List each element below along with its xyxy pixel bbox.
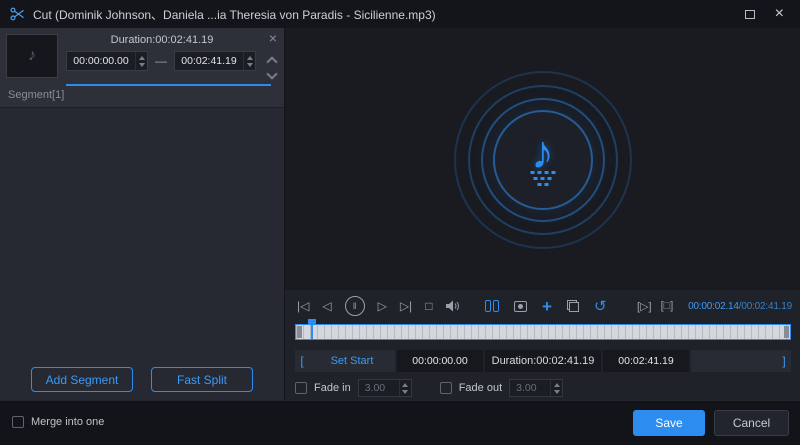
fade-out-input[interactable]: 3.00 xyxy=(509,379,563,397)
segment-thumbnail: ♪ xyxy=(6,34,58,78)
trim-row: [ Set Start 00:00:00.00 Duration:00:02:4… xyxy=(295,350,791,372)
fade-in-checkbox[interactable] xyxy=(295,382,307,394)
total-time: 00:02:41.19 xyxy=(741,301,792,312)
main-area: ♪ |◁ ◁ ‖ ▷ ▷| □ xyxy=(285,28,800,400)
remove-segment-button[interactable]: × xyxy=(269,30,277,46)
duration-display: Duration:00:02:41.19 xyxy=(485,350,601,372)
move-segment-up-icon[interactable] xyxy=(266,56,277,67)
timeline-track[interactable] xyxy=(295,324,791,340)
playhead[interactable] xyxy=(311,319,313,340)
fade-in-label: Fade in xyxy=(314,382,351,394)
cancel-button[interactable]: Cancel xyxy=(714,410,789,436)
footer-bar: Merge into one Save Cancel xyxy=(0,400,800,445)
window-title: Cut (Dominik Johnson、Daniela ...ia There… xyxy=(33,6,436,23)
pause-icon: ‖ xyxy=(353,301,357,311)
preview-disc: ♪ xyxy=(493,110,593,210)
skip-to-start-button[interactable]: |◁ xyxy=(297,299,309,313)
close-button[interactable]: × xyxy=(775,6,784,22)
segment-start-value: 00:00:00.00 xyxy=(67,55,135,67)
music-note-icon: ♪ xyxy=(28,47,36,65)
segment-start-input[interactable]: 00:00:00.00 xyxy=(66,51,148,71)
spin-up-icon[interactable] xyxy=(554,383,560,387)
spin-down-icon[interactable] xyxy=(554,390,560,394)
fade-row: Fade in 3.00 Fade out 3.00 xyxy=(295,379,563,397)
step-back-button[interactable]: ◁ xyxy=(322,299,331,313)
segment-time-row: 00:00:00.00 — 00:02:41.19 xyxy=(66,51,256,71)
bracket-right-icon: ] xyxy=(777,354,791,368)
cut-dialog-window: Cut (Dominik Johnson、Daniela ...ia There… xyxy=(0,0,800,445)
save-button[interactable]: Save xyxy=(633,410,705,436)
copy-segment-icon[interactable] xyxy=(567,300,579,312)
controls-bar: |◁ ◁ ‖ ▷ ▷| □ + ↺ xyxy=(285,290,800,322)
split-segment-icon[interactable] xyxy=(485,300,499,312)
spin-up-icon[interactable] xyxy=(402,383,408,387)
segment-end-spinner[interactable] xyxy=(243,52,255,70)
bracket-left-icon: [ xyxy=(295,354,309,368)
reset-icon[interactable]: ↺ xyxy=(594,297,607,315)
trim-handle-right[interactable] xyxy=(784,326,789,338)
pause-button[interactable]: ‖ xyxy=(345,296,365,316)
add-segment-button[interactable]: Add Segment xyxy=(31,367,133,392)
set-end-button[interactable]: ] xyxy=(691,350,791,372)
merge-into-one-checkbox[interactable] xyxy=(12,416,24,428)
range-separator: — xyxy=(155,54,167,68)
spin-down-icon[interactable] xyxy=(247,63,253,67)
segments-panel: ♪ Duration:00:02:41.19 00:00:00.00 — 00:… xyxy=(0,28,285,400)
segment-end-value: 00:02:41.19 xyxy=(175,55,243,67)
segment-playback: [▷] [□] xyxy=(637,290,673,322)
segment-tools: + ↺ xyxy=(485,290,607,322)
stop-segment-button[interactable]: [□] xyxy=(661,300,674,312)
current-time: 00:00:02.14 xyxy=(688,301,739,312)
maximize-button[interactable] xyxy=(745,10,755,19)
time-display: 00:00:02.14/00:02:41.19 xyxy=(688,290,792,322)
fade-in-input[interactable]: 3.00 xyxy=(358,379,412,397)
audio-placeholder: ♪ xyxy=(448,65,638,255)
skip-to-end-button[interactable]: ▷| xyxy=(400,299,412,313)
title-bar: Cut (Dominik Johnson、Daniela ...ia There… xyxy=(0,0,800,28)
merge-into-one-label: Merge into one xyxy=(31,416,104,428)
spin-down-icon[interactable] xyxy=(139,63,145,67)
set-start-button[interactable]: [ Set Start xyxy=(295,350,395,372)
segment-duration-label: Duration:00:02:41.19 xyxy=(64,34,260,46)
fast-split-button[interactable]: Fast Split xyxy=(151,367,253,392)
stop-button[interactable]: □ xyxy=(425,299,432,313)
start-time-field[interactable]: 00:00:00.00 xyxy=(397,350,483,372)
volume-icon[interactable] xyxy=(445,299,461,313)
snapshot-icon[interactable] xyxy=(514,301,527,312)
segment-card[interactable]: ♪ Duration:00:02:41.19 00:00:00.00 — 00:… xyxy=(0,28,284,108)
segment-end-input[interactable]: 00:02:41.19 xyxy=(174,51,256,71)
fade-in-spinner[interactable] xyxy=(399,380,411,396)
trim-handle-left[interactable] xyxy=(297,326,302,338)
move-segment-down-icon[interactable] xyxy=(266,68,277,79)
spin-down-icon[interactable] xyxy=(402,390,408,394)
scissors-icon xyxy=(10,7,25,21)
play-segment-button[interactable]: [▷] xyxy=(637,300,652,313)
playback-controls: |◁ ◁ ‖ ▷ ▷| □ xyxy=(297,290,461,322)
segment-progress-line xyxy=(66,84,271,86)
add-segment-icon[interactable]: + xyxy=(542,298,552,315)
fade-out-label: Fade out xyxy=(459,382,502,394)
end-time-field[interactable]: 00:02:41.19 xyxy=(603,350,689,372)
segment-label: Segment[1] xyxy=(8,89,64,101)
fade-out-checkbox[interactable] xyxy=(440,382,452,394)
fade-out-spinner[interactable] xyxy=(550,380,562,396)
preview-area: ♪ xyxy=(285,28,800,290)
segment-start-spinner[interactable] xyxy=(135,52,147,70)
spin-up-icon[interactable] xyxy=(247,56,253,60)
equalizer-icon xyxy=(530,171,555,186)
step-forward-button[interactable]: ▷ xyxy=(378,299,387,313)
spin-up-icon[interactable] xyxy=(139,56,145,60)
